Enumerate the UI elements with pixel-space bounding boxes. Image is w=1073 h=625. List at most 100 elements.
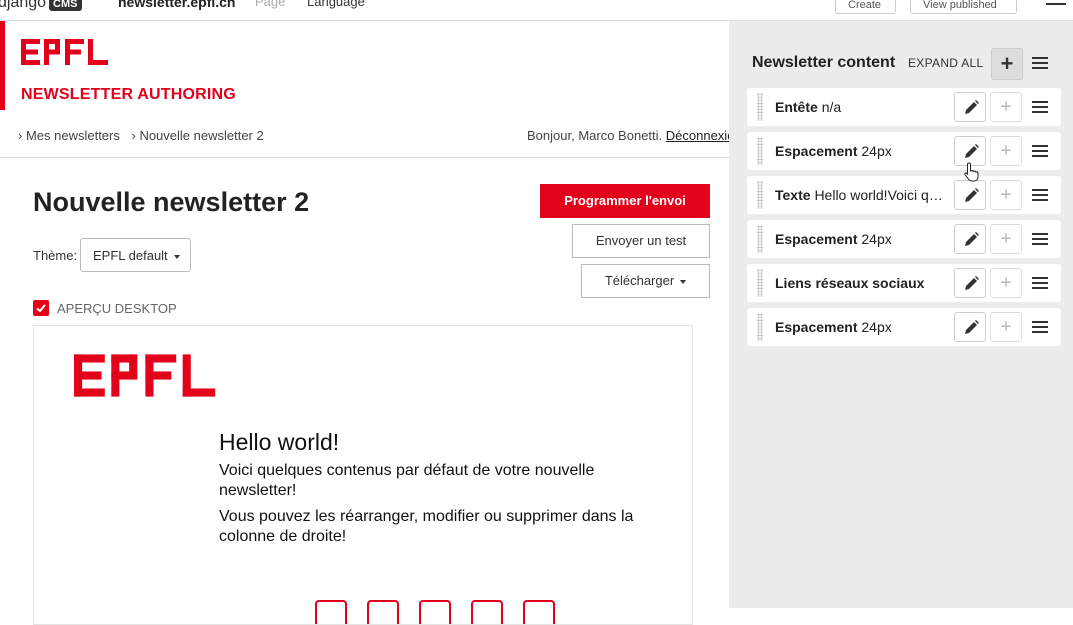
- plus-icon: +: [1000, 51, 1014, 76]
- newsletter-preview: Hello world! Voici quelques contenus par…: [33, 325, 693, 625]
- add-plugin-button[interactable]: +: [991, 48, 1023, 80]
- plugin-label: Liens réseaux sociaux: [775, 275, 945, 291]
- theme-select[interactable]: EPFL default: [80, 238, 191, 272]
- plugin-detail: 24px: [861, 319, 892, 335]
- django-cms-logo[interactable]: django CMS: [0, 0, 82, 12]
- logo-badge: CMS: [49, 0, 82, 11]
- cms-toolbar: django CMS newsletter.epfl.ch Page Langua…: [0, 0, 1073, 21]
- instagram-icon[interactable]: [367, 600, 399, 624]
- plugin-row[interactable]: Texte Hello world!Voici quelques contenu…: [747, 176, 1061, 214]
- pencil-icon: [965, 100, 979, 114]
- plugin-menu-icon[interactable]: [1032, 277, 1048, 292]
- plugin-menu-icon[interactable]: [1032, 189, 1048, 204]
- app-title: NEWSLETTER AUTHORING: [21, 86, 236, 103]
- breadcrumb-item-current[interactable]: › Nouvelle newsletter 2: [132, 128, 264, 143]
- drag-handle-icon[interactable]: [757, 225, 763, 253]
- edit-plugin-button[interactable]: [954, 92, 986, 122]
- plugin-row[interactable]: Espacement 24px +: [747, 308, 1061, 346]
- pencil-icon: [965, 232, 979, 246]
- epfl-logo-icon: [21, 39, 108, 65]
- plus-icon: +: [1000, 140, 1012, 162]
- plus-icon: +: [1000, 228, 1012, 250]
- language-menu[interactable]: Language: [307, 0, 365, 9]
- plugin-detail: 24px: [861, 143, 892, 159]
- linkedin-icon[interactable]: [523, 600, 555, 624]
- plugin-menu-icon[interactable]: [1032, 101, 1048, 116]
- page-menu[interactable]: Page: [255, 0, 285, 9]
- plus-icon: +: [1000, 184, 1012, 206]
- plugin-name: Entête: [775, 99, 818, 115]
- desktop-preview-checkbox[interactable]: [33, 300, 49, 316]
- drag-handle-icon[interactable]: [757, 313, 763, 341]
- plugin-name: Espacement: [775, 319, 858, 335]
- plugin-row[interactable]: Entête n/a +: [747, 88, 1061, 126]
- plugin-detail: Hello world!Voici quelques contenus par …: [814, 187, 945, 203]
- add-child-plugin-button[interactable]: +: [990, 312, 1022, 342]
- greeting-text: Bonjour, Marco Bonetti.: [527, 128, 663, 143]
- facebook-icon[interactable]: [419, 600, 451, 624]
- plugin-label: Espacement 24px: [775, 319, 945, 335]
- download-dropdown-button[interactable]: Télécharger: [581, 264, 710, 298]
- plugin-menu-icon[interactable]: [1032, 233, 1048, 248]
- breadcrumb: › Mes newsletters › Nouvelle newsletter …: [18, 128, 272, 143]
- edit-plugin-button[interactable]: [954, 268, 986, 298]
- add-child-plugin-button[interactable]: +: [990, 224, 1022, 254]
- plugin-name: Espacement: [775, 231, 858, 247]
- theme-label: Thème:: [33, 248, 78, 263]
- drag-handle-icon[interactable]: [757, 181, 763, 209]
- pencil-icon: [965, 320, 979, 334]
- add-child-plugin-button[interactable]: +: [990, 268, 1022, 298]
- newsletter-paragraph-1: Voici quelques contenus par défaut de vo…: [219, 462, 595, 499]
- plugin-label: Espacement 24px: [775, 143, 945, 159]
- structure-sidebar: Newsletter content EXPAND ALL + Entête n…: [729, 21, 1073, 608]
- plugin-menu-icon[interactable]: [1032, 321, 1048, 336]
- header-accent-bar: [0, 21, 5, 110]
- sidebar-title: Newsletter content: [752, 54, 896, 71]
- epfl-logo-icon: [74, 354, 216, 397]
- plugin-label: Texte Hello world!Voici quelques contenu…: [775, 187, 945, 203]
- youtube-icon[interactable]: [471, 600, 503, 624]
- logo-text: django: [0, 0, 47, 11]
- download-label: Télécharger: [604, 273, 675, 288]
- plugin-name: Texte: [775, 187, 811, 203]
- plugin-name: Espacement: [775, 143, 858, 159]
- send-test-button[interactable]: Envoyer un test: [572, 224, 710, 258]
- add-child-plugin-button[interactable]: +: [990, 180, 1022, 210]
- site-name-menu[interactable]: newsletter.epfl.ch: [118, 0, 235, 10]
- epfl-logo[interactable]: [21, 39, 111, 70]
- edit-plugin-button[interactable]: [954, 312, 986, 342]
- sidebar-menu-icon[interactable]: [1032, 57, 1048, 72]
- checkmark-icon: [36, 304, 46, 313]
- plus-icon: +: [1000, 272, 1012, 294]
- newsletter-paragraph-2: Vous pouvez les réarranger, modifier ou …: [219, 508, 634, 545]
- plugin-row[interactable]: Espacement 24px +: [747, 132, 1061, 170]
- plus-icon: +: [1000, 96, 1012, 118]
- add-child-plugin-button[interactable]: +: [990, 92, 1022, 122]
- edit-plugin-button[interactable]: [954, 224, 986, 254]
- page-title: Nouvelle newsletter 2: [33, 187, 310, 217]
- schedule-send-button[interactable]: Programmer l'envoi: [540, 184, 710, 218]
- plugin-detail: 24px: [861, 231, 892, 247]
- theme-select-value: EPFL default: [93, 248, 168, 263]
- plugin-menu-icon[interactable]: [1032, 145, 1048, 160]
- plus-icon: +: [1000, 316, 1012, 338]
- add-child-plugin-button[interactable]: +: [990, 136, 1022, 166]
- breadcrumb-item-mes-newsletters[interactable]: › Mes newsletters: [18, 128, 120, 143]
- plugin-row[interactable]: Liens réseaux sociaux +: [747, 264, 1061, 302]
- expand-all-button[interactable]: EXPAND ALL: [908, 56, 983, 70]
- drag-handle-icon[interactable]: [757, 93, 763, 121]
- caret-down-icon: [173, 254, 180, 259]
- view-published-button[interactable]: View published: [910, 0, 1017, 14]
- pencil-icon: [965, 276, 979, 290]
- plugin-row[interactable]: Espacement 24px +: [747, 220, 1061, 258]
- toolbar-menu-icon[interactable]: [1046, 0, 1066, 8]
- plugin-label: Espacement 24px: [775, 231, 945, 247]
- twitter-icon[interactable]: [315, 600, 347, 624]
- drag-handle-icon[interactable]: [757, 137, 763, 165]
- create-button[interactable]: Create: [835, 0, 896, 14]
- caret-down-icon: [680, 279, 687, 284]
- drag-handle-icon[interactable]: [757, 269, 763, 297]
- desktop-preview-label: APERÇU DESKTOP: [57, 301, 177, 316]
- plugin-detail: n/a: [821, 99, 842, 115]
- hand-pointer-icon: [963, 162, 981, 187]
